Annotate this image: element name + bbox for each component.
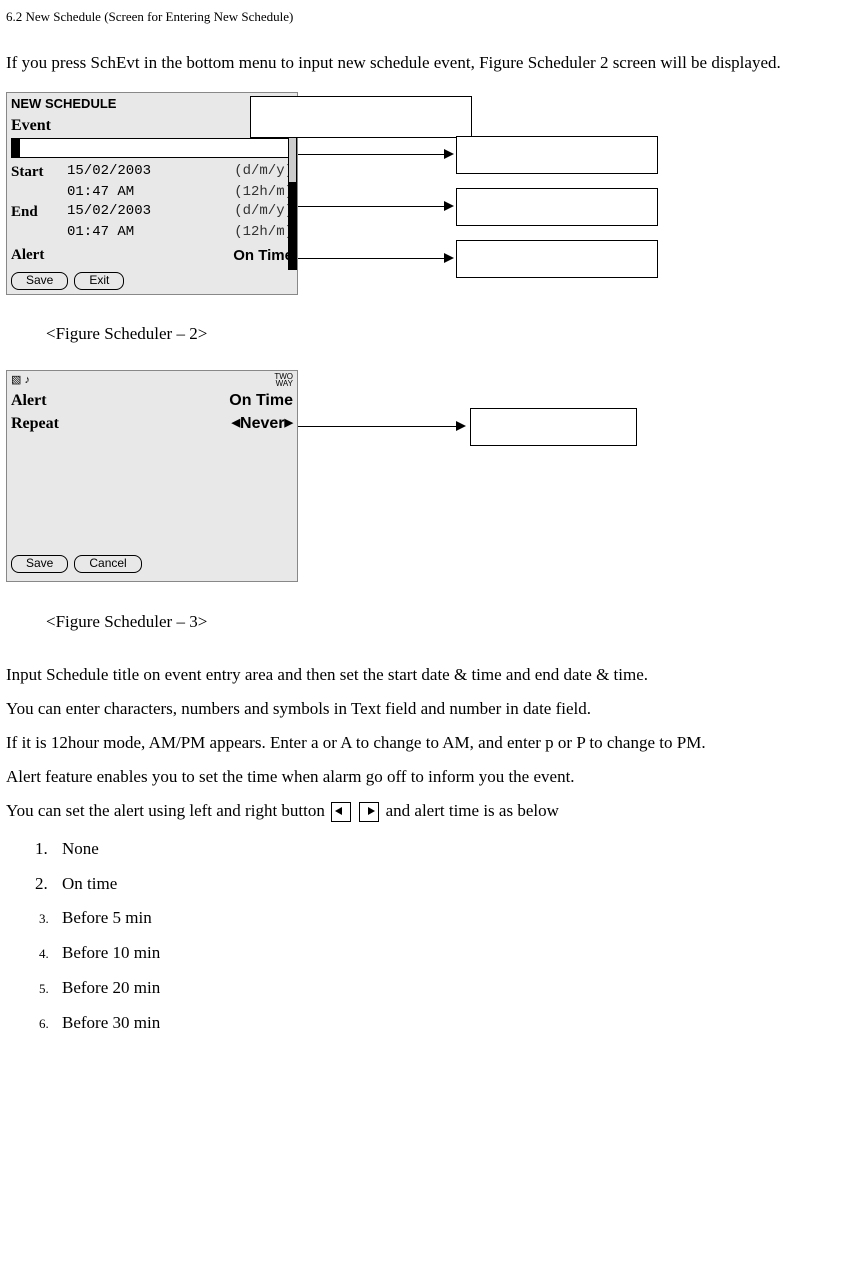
start-time-suffix: (12h/m) [234, 183, 293, 203]
list-item: On time [52, 867, 861, 902]
device-screen-2: ▧ ♪ TWO WAY Alert On Time Repeat ◀Never▶… [6, 370, 298, 582]
figure-caption-1: <Figure Scheduler – 2> [46, 322, 861, 346]
cancel-button[interactable]: Cancel [74, 555, 141, 573]
arrow-head-2 [444, 201, 454, 211]
annotation-box-1 [456, 136, 658, 174]
end-date-suffix: (d/m/y) [234, 202, 293, 223]
list-item: Before 30 min [52, 1006, 861, 1041]
list-item: Before 10 min [52, 936, 861, 971]
intro-paragraph: If you press SchEvt in the bottom menu t… [6, 46, 861, 80]
end-date-field[interactable]: 15/02/2003 [67, 202, 234, 223]
list-item: Before 20 min [52, 971, 861, 1006]
list-item: Before 5 min [52, 901, 861, 936]
annotation-box-top [250, 96, 472, 138]
exit-button[interactable]: Exit [74, 272, 124, 290]
paragraph-3: If it is 12hour mode, AM/PM appears. Ent… [6, 726, 861, 760]
section-heading: 6.2 New Schedule (Screen for Entering Ne… [6, 8, 861, 26]
alert-label: Alert [11, 245, 101, 266]
arrow-head-4 [456, 421, 466, 431]
start-time-field[interactable]: 01:47 AM [67, 183, 234, 203]
scrollbar-thumb[interactable] [289, 133, 296, 182]
annotation-box-3 [456, 240, 658, 278]
screen1-title: NEW SCHEDULE [11, 95, 116, 113]
repeat-label: Repeat [11, 413, 232, 435]
annotation-box-2 [456, 188, 658, 226]
paragraph-4: Alert feature enables you to set the tim… [6, 760, 861, 794]
scrollbar[interactable] [288, 131, 297, 270]
left-arrow-icon[interactable]: ◀ [232, 417, 240, 429]
text-caret [12, 139, 20, 157]
arrow-line-1 [298, 154, 446, 155]
alert-label-2: Alert [11, 390, 229, 412]
figure-scheduler-3: ▧ ♪ TWO WAY Alert On Time Repeat ◀Never▶… [6, 370, 861, 600]
paragraph-2: You can enter characters, numbers and sy… [6, 692, 861, 726]
save-button-2[interactable]: Save [11, 555, 68, 573]
arrow-line-3 [298, 258, 446, 259]
list-item: None [52, 832, 861, 867]
save-button[interactable]: Save [11, 272, 68, 290]
alert-value-2[interactable]: On Time [229, 390, 293, 412]
annotation-box-4 [470, 408, 637, 446]
arrow-head-1 [444, 149, 454, 159]
end-time-field[interactable]: 01:47 AM [67, 223, 234, 243]
arrow-head-3 [444, 253, 454, 263]
right-arrow-icon[interactable]: ▶ [285, 417, 293, 429]
end-label: End [11, 202, 67, 223]
right-button-icon [359, 802, 379, 822]
paragraph-1: Input Schedule title on event entry area… [6, 658, 861, 692]
arrow-line-2 [298, 206, 446, 207]
start-label: Start [11, 162, 67, 183]
figure-scheduler-2: NEW SCHEDULE TWO Event Start 15/02/2003 … [6, 92, 861, 312]
arrow-line-4 [298, 426, 458, 427]
start-date-suffix: (d/m/y) [234, 162, 293, 183]
event-input[interactable] [11, 138, 293, 158]
repeat-value[interactable]: ◀Never▶ [232, 413, 293, 435]
alert-options-list: None On time Before 5 min Before 10 min … [52, 832, 861, 1041]
left-button-icon [331, 802, 351, 822]
paragraph-5: You can set the alert using left and rig… [6, 794, 861, 828]
figure-caption-2: <Figure Scheduler – 3> [46, 610, 861, 634]
two-way-indicator-2: TWO WAY [274, 373, 293, 388]
end-time-suffix: (12h/m) [234, 223, 293, 243]
status-icons: ▧ ♪ [11, 373, 30, 388]
alert-value[interactable]: On Time [101, 245, 293, 266]
start-date-field[interactable]: 15/02/2003 [67, 162, 234, 183]
